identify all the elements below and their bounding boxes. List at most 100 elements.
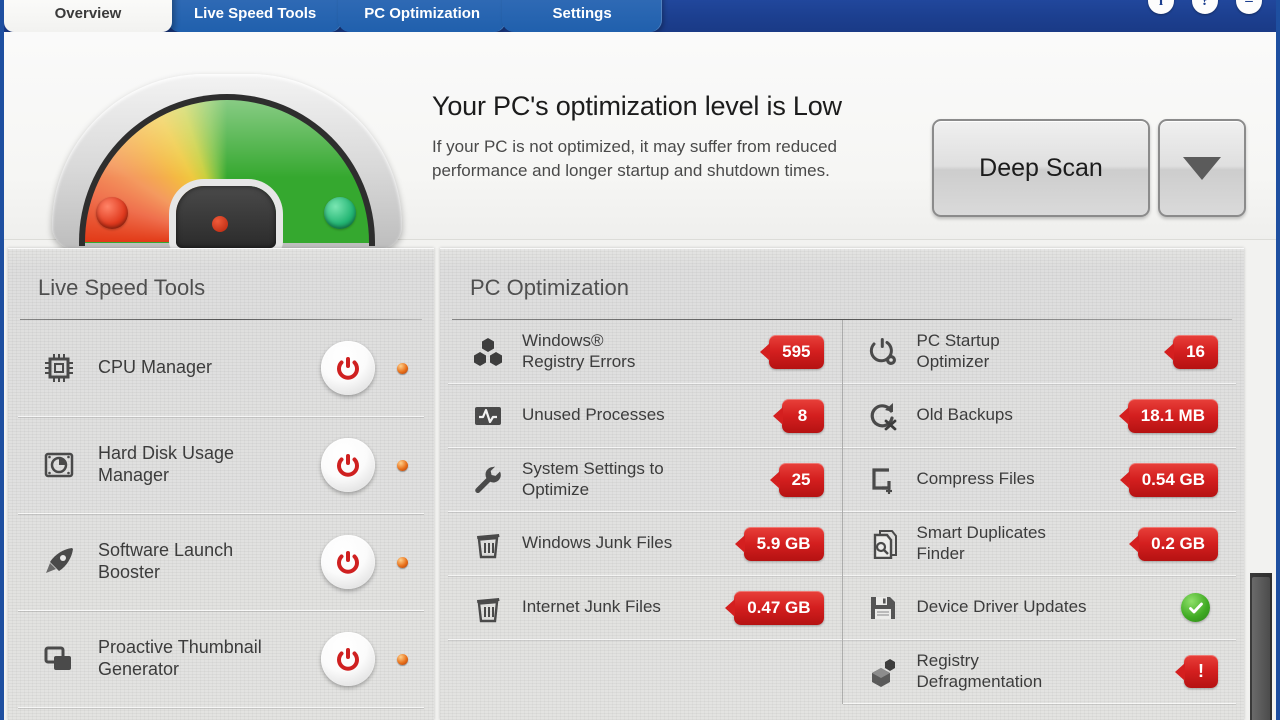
gauge-needle-pivot xyxy=(212,216,228,232)
list-item[interactable]: Smart Duplicates Finder 0.2 GB xyxy=(842,512,1236,576)
rocket-icon xyxy=(38,541,80,583)
tab-pc-optimization[interactable]: PC Optimization xyxy=(338,0,507,32)
list-item[interactable]: PC Startup Optimizer 16 xyxy=(842,320,1236,384)
optimization-gauge xyxy=(52,74,402,282)
pc-optimization-panel: PC Optimization Windows® Registry Errors… xyxy=(440,248,1244,720)
minimize-icon-glyph: – xyxy=(1245,0,1253,9)
status-badge[interactable]: 18.1 MB xyxy=(1127,398,1218,433)
chevron-down-icon xyxy=(1183,156,1221,180)
status-indicator xyxy=(397,653,408,665)
list-item-label: Software Launch Booster xyxy=(98,540,234,582)
info-icon[interactable]: i xyxy=(1148,0,1174,14)
deep-scan-button[interactable]: Deep Scan xyxy=(932,119,1150,217)
live-speed-tools-list: CPU Manager Hard Disk Usage Manager Soft… xyxy=(8,320,434,708)
window-icon-group: i ? – xyxy=(1148,0,1262,14)
list-item[interactable]: System Settings to Optimize 25 xyxy=(448,448,842,512)
scan-dropdown-button[interactable] xyxy=(1158,119,1246,217)
list-item-label: Windows® Registry Errors xyxy=(522,331,636,371)
tab-bar: Overview Live Speed Tools PC Optimizatio… xyxy=(4,0,1276,32)
list-item-label: Smart Duplicates Finder xyxy=(916,523,1046,563)
pc-optimization-grid: Windows® Registry Errors 595 Unused Proc… xyxy=(440,320,1244,704)
status-badge[interactable]: 0.2 GB xyxy=(1138,526,1218,561)
list-item[interactable]: Software Launch Booster xyxy=(18,514,424,611)
vertical-scrollbar[interactable] xyxy=(1250,573,1272,720)
duplicate-search-icon xyxy=(865,526,901,562)
tab-pc-optimization-label: PC Optimization xyxy=(364,5,481,22)
list-item-label: Compress Files xyxy=(916,469,1035,489)
live-speed-tools-panel: Live Speed Tools CPU Manager Hard Disk U… xyxy=(8,248,434,720)
power-toggle-button[interactable] xyxy=(321,438,375,492)
status-badge[interactable]: 25 xyxy=(778,462,824,497)
tab-settings-label: Settings xyxy=(552,5,612,22)
list-item[interactable]: Windows® Registry Errors 595 xyxy=(448,320,842,384)
pc-optimization-column-right: PC Startup Optimizer 16 Old Backups 18.1… xyxy=(842,320,1236,704)
status-badge[interactable]: 5.9 GB xyxy=(743,526,824,561)
tab-live-speed-tools-label: Live Speed Tools xyxy=(194,5,317,22)
status-indicator xyxy=(397,556,408,568)
tab-settings[interactable]: Settings xyxy=(502,0,663,32)
list-item-label: CPU Manager xyxy=(98,357,213,378)
tab-overview-label: Overview xyxy=(54,5,122,22)
led-green-indicator xyxy=(324,197,356,229)
status-ok-icon xyxy=(1181,593,1210,622)
activity-monitor-icon xyxy=(470,398,506,434)
info-icon-glyph: i xyxy=(1158,0,1164,9)
list-item[interactable]: Compress Files 0.54 GB xyxy=(842,448,1236,512)
gauge-hub xyxy=(176,186,276,248)
list-item[interactable]: Internet Junk Files 0.47 GB xyxy=(448,576,842,640)
list-item-label: Unused Processes xyxy=(522,405,665,425)
hexagons-icon xyxy=(470,334,506,370)
page-title: Your PC's optimization level is Low xyxy=(432,91,842,121)
deep-scan-label: Deep Scan xyxy=(979,153,1103,182)
status-badge[interactable]: 16 xyxy=(1173,334,1218,369)
live-speed-tools-title: Live Speed Tools xyxy=(38,275,206,300)
power-toggle-button[interactable] xyxy=(321,535,375,589)
power-toggle-button[interactable] xyxy=(321,632,375,686)
floppy-disk-icon xyxy=(865,590,901,626)
compress-icon xyxy=(865,462,901,498)
list-item[interactable]: Windows Junk Files 5.9 GB xyxy=(448,512,842,576)
list-item-label: System Settings to Optimize xyxy=(522,459,664,499)
scrollbar-thumb[interactable] xyxy=(1252,577,1270,720)
tab-strip: Overview Live Speed Tools PC Optimizatio… xyxy=(4,0,663,32)
help-icon[interactable]: ? xyxy=(1192,0,1218,14)
list-item[interactable]: Proactive Thumbnail Generator xyxy=(18,611,424,708)
overview-header: Your PC's optimization level is Low If y… xyxy=(4,32,1276,282)
hard-disk-icon xyxy=(38,444,80,486)
list-item[interactable]: CPU Manager xyxy=(18,320,424,417)
power-gear-icon xyxy=(865,334,901,370)
trash-icon xyxy=(470,590,506,626)
list-item-label: Internet Junk Files xyxy=(522,597,661,617)
status-badge[interactable]: 0.47 GB xyxy=(734,590,824,625)
list-item[interactable]: Unused Processes 8 xyxy=(448,384,842,448)
list-item-label: PC Startup Optimizer xyxy=(916,331,1000,371)
help-icon-glyph: ? xyxy=(1201,0,1209,9)
tab-overview[interactable]: Overview xyxy=(4,0,172,32)
application-window: Overview Live Speed Tools PC Optimizatio… xyxy=(0,0,1280,720)
list-item[interactable]: Device Driver Updates xyxy=(842,576,1236,640)
windows-stack-icon xyxy=(38,638,80,680)
minimize-icon[interactable]: – xyxy=(1236,0,1262,14)
wrench-icon xyxy=(470,462,506,498)
status-badge[interactable]: 595 xyxy=(769,334,824,369)
tab-live-speed-tools[interactable]: Live Speed Tools xyxy=(168,0,343,32)
status-badge[interactable]: 0.54 GB xyxy=(1128,462,1218,497)
list-item[interactable]: Registry Defragmentation ! xyxy=(842,640,1236,704)
status-indicator xyxy=(397,362,408,374)
status-badge-alert[interactable]: ! xyxy=(1184,655,1218,688)
status-badge[interactable]: 8 xyxy=(781,398,824,433)
backup-remove-icon xyxy=(865,398,901,434)
list-item-label: Proactive Thumbnail Generator xyxy=(98,637,262,679)
list-item-label: Hard Disk Usage Manager xyxy=(98,443,235,485)
pc-optimization-column-left: Windows® Registry Errors 595 Unused Proc… xyxy=(448,320,843,704)
led-red-indicator xyxy=(96,197,128,229)
defrag-hex-icon xyxy=(865,654,901,690)
scan-button-group: Deep Scan xyxy=(932,119,1246,217)
hero-text-block: Your PC's optimization level is Low If y… xyxy=(432,90,862,183)
status-indicator xyxy=(397,459,408,471)
power-toggle-button[interactable] xyxy=(321,341,375,395)
trash-icon xyxy=(470,526,506,562)
list-item-label: Old Backups xyxy=(916,405,1013,425)
list-item[interactable]: Hard Disk Usage Manager xyxy=(18,417,424,514)
list-item[interactable]: Old Backups 18.1 MB xyxy=(842,384,1236,448)
